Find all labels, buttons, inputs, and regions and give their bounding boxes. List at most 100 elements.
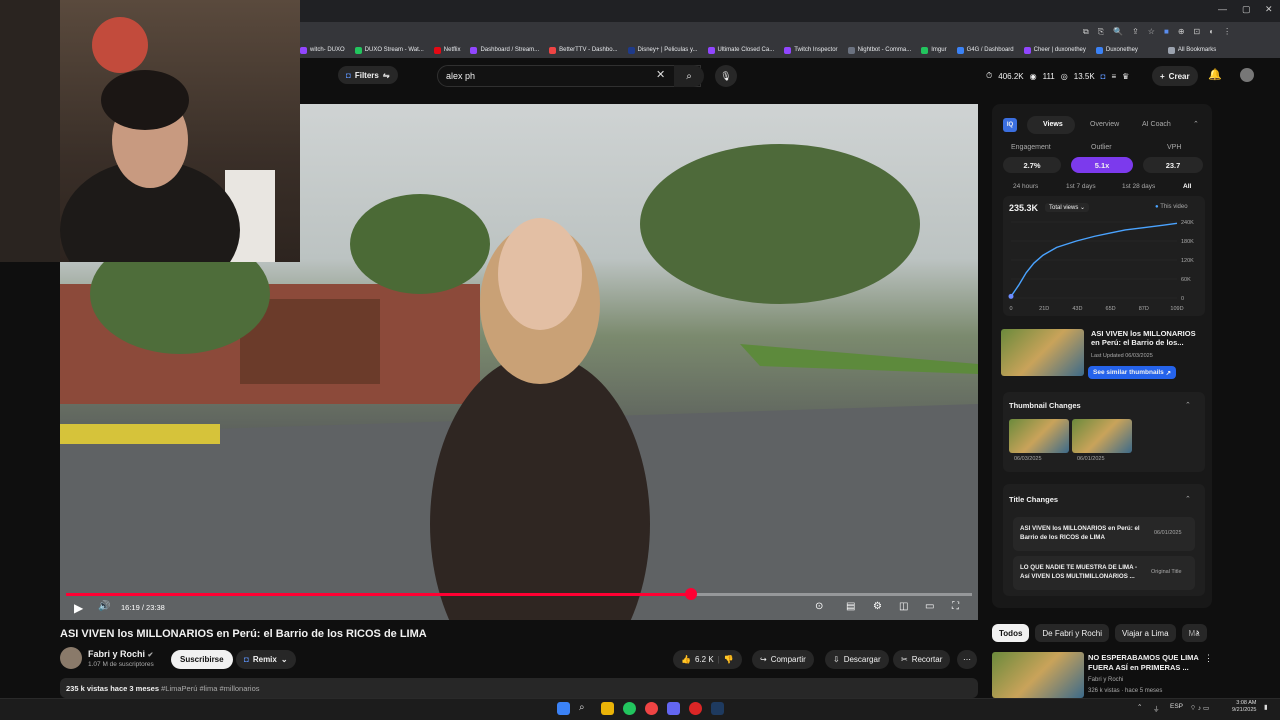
extensions-icons[interactable]: ⧉ ⎘ 🔍 ⇪ ☆ ■ ⊕ ⊡ ◐ ⋮ (1083, 27, 1231, 37)
bookmark-item[interactable]: Ultimate Closed Ca... (707, 46, 774, 54)
search-icon: ⌕ (686, 70, 692, 82)
steam-icon[interactable] (711, 702, 724, 715)
thumbnail-date-1: 06/03/2025 (1014, 456, 1042, 462)
file-explorer-icon[interactable] (601, 702, 614, 715)
trophy-icon[interactable]: ♛ (1122, 72, 1129, 81)
bell-icon[interactable]: 🔔 (1208, 68, 1222, 81)
bookmark-item[interactable]: Dashboard / Stream... (470, 46, 539, 54)
tab-overview[interactable]: Overview (1090, 121, 1119, 128)
search-button[interactable]: ⌕ (674, 65, 704, 87)
description-box[interactable]: 235 k vistas hace 3 meses #LimaPerú #lim… (60, 678, 978, 698)
tab-ai-coach[interactable]: AI Coach (1142, 121, 1171, 128)
mic-icon[interactable]: 🎙 (715, 65, 737, 87)
bookmark-item[interactable]: Twitch Inspector (784, 46, 838, 54)
range-7d[interactable]: 1st 7 days (1066, 183, 1096, 190)
spotify-icon[interactable] (623, 702, 636, 715)
filters-button[interactable]: ◘ Filters ⇋ (338, 66, 398, 84)
rec-thumbnail[interactable] (992, 652, 1084, 698)
create-button[interactable]: + Crear (1152, 66, 1198, 86)
total-views-select[interactable]: Total views ⌄ (1045, 203, 1090, 212)
bookmark-item[interactable]: DUXO Stream - Wat... (354, 46, 424, 54)
maximize-icon[interactable]: ▢ (1242, 4, 1251, 15)
chip-lima[interactable]: Viajar a Lima (1114, 624, 1176, 642)
wifi-icon[interactable]: ⌔ ♪ ▭ (1190, 703, 1209, 712)
windows-start-icon[interactable] (557, 702, 570, 715)
rec-menu-icon[interactable]: ⋮ (1204, 653, 1213, 664)
tray-usb-icon[interactable]: ⏚ (1153, 703, 1160, 713)
iq-icon[interactable]: ◘ (1101, 72, 1106, 81)
more-actions-button[interactable]: ⋯ (957, 650, 977, 669)
bookmark-item[interactable]: witch- DUXO (300, 46, 345, 54)
settings-gear-icon[interactable]: ⚙ (873, 601, 882, 612)
legend-dot-icon: ● (1155, 204, 1159, 210)
remix-icon: ◘ (244, 655, 249, 664)
chip-bar: Todos De Fabri y Rochi Viajar a Lima Ma (992, 624, 1213, 642)
bookmark-item[interactable]: Netflix (433, 46, 460, 54)
subtitles-icon[interactable]: ▤ (846, 601, 855, 612)
range-24h[interactable]: 24 hours (1013, 183, 1038, 190)
subscribe-button[interactable]: Suscribirse (171, 650, 233, 669)
clip-button[interactable]: ✂ Recortar (893, 650, 951, 669)
thumbnail-change-2[interactable] (1072, 419, 1132, 453)
chip-todos[interactable]: Todos (992, 624, 1030, 642)
channel-avatar[interactable] (60, 647, 82, 669)
rec-title[interactable]: NO ESPERABAMOS QUE LIMA FUERA ASÍ en PRI… (1088, 653, 1200, 673)
bookmark-item[interactable]: All Bookmarks (1167, 46, 1216, 54)
autoplay-toggle-icon[interactable]: ⊙ (815, 601, 823, 612)
clear-search-icon[interactable]: ✕ (656, 68, 665, 81)
clip-label: Recortar (911, 655, 943, 664)
volume-icon[interactable]: 🔊 (98, 601, 110, 612)
bookmark-item[interactable]: Nightbot - Comma... (847, 46, 912, 54)
obs-icon[interactable] (689, 702, 702, 715)
bookmark-label: Cheer | duxonethey (1033, 47, 1086, 53)
play-icon[interactable]: ▶ (74, 601, 83, 615)
see-similar-button[interactable]: See similar thumbnails ↗ (1088, 366, 1177, 379)
thumbs-down-icon[interactable]: 👎 (724, 655, 734, 664)
tab-views[interactable]: Views (1043, 121, 1063, 128)
fullscreen-icon[interactable]: ⛶ (952, 601, 959, 612)
chrome-icon[interactable] (645, 702, 658, 715)
address-bar[interactable]: ⧉ ⎘ 🔍 ⇪ ☆ ■ ⊕ ⊡ ◐ ⋮ (300, 22, 1280, 42)
title-changes-collapse-icon[interactable]: ⌃ (1185, 495, 1191, 503)
thumbnail-change-1[interactable] (1009, 419, 1069, 453)
like-button[interactable]: 👍 6.2 K | 👎 (673, 650, 742, 669)
bookmark-item[interactable]: BetterTTV - Dashbo... (549, 46, 618, 54)
related-thumbnail[interactable] (1001, 329, 1084, 376)
bookmark-item[interactable]: G4G / Dashboard (956, 46, 1014, 54)
bookmark-item[interactable]: Imgur (921, 46, 947, 54)
minimize-icon[interactable]: — (1218, 4, 1227, 14)
notification-icon[interactable]: ▮ (1264, 703, 1268, 711)
thumbnail-changes-collapse-icon[interactable]: ⌃ (1185, 401, 1191, 409)
related-title[interactable]: ASI VIVEN los MILLONARIOS en Perú: el Ba… (1091, 329, 1203, 348)
bookmark-label: DUXO Stream - Wat... (364, 47, 424, 53)
discord-icon[interactable] (667, 702, 680, 715)
range-28d[interactable]: 1st 28 days (1122, 183, 1155, 190)
clock[interactable]: 3:08 AM 9/21/2025 (1232, 700, 1256, 714)
range-all[interactable]: All (1183, 183, 1191, 190)
scissors-icon: ✂ (901, 655, 908, 664)
chip-more[interactable]: Ma (1181, 624, 1207, 642)
bookmark-label: Nightbot - Comma... (857, 47, 912, 53)
series-start-point (1008, 293, 1014, 299)
theater-icon[interactable]: ▭ (925, 601, 934, 612)
rec-channel: Fabri y Rochi (1088, 677, 1124, 683)
search-icon[interactable]: ⌕ (579, 702, 592, 715)
close-window-icon[interactable]: ✕ (1265, 4, 1273, 15)
bookmark-favicon-icon (549, 46, 557, 54)
tray-arrow-icon[interactable]: ⌃ (1137, 703, 1142, 711)
download-button[interactable]: ⇩ Descargar (825, 650, 889, 669)
chevron-right-icon[interactable]: › (1196, 627, 1199, 638)
chip-channel[interactable]: De Fabri y Rochi (1035, 624, 1109, 642)
bookmark-item[interactable]: Duxonethey (1095, 46, 1138, 54)
views-chart: 240K 180K 120K 60K 0 0 21D 43D 65D 87D 109D (1008, 220, 1194, 312)
bookmark-item[interactable]: Cheer | duxonethey (1023, 46, 1086, 54)
share-button[interactable]: ↪ Compartir (752, 650, 814, 669)
language-indicator[interactable]: ESP (1170, 703, 1183, 710)
avatar[interactable] (1240, 68, 1254, 82)
list-icon[interactable]: ≡ (1112, 72, 1117, 81)
remix-button[interactable]: ◘ Remix ⌄ (236, 650, 296, 669)
miniplayer-icon[interactable]: ◫ (899, 601, 908, 612)
collapse-icon[interactable]: ⌃ (1193, 120, 1199, 128)
channel-name[interactable]: Fabri y Rochi ✔ (88, 649, 153, 659)
bookmark-item[interactable]: Disney+ | Peliculas y... (627, 46, 698, 54)
